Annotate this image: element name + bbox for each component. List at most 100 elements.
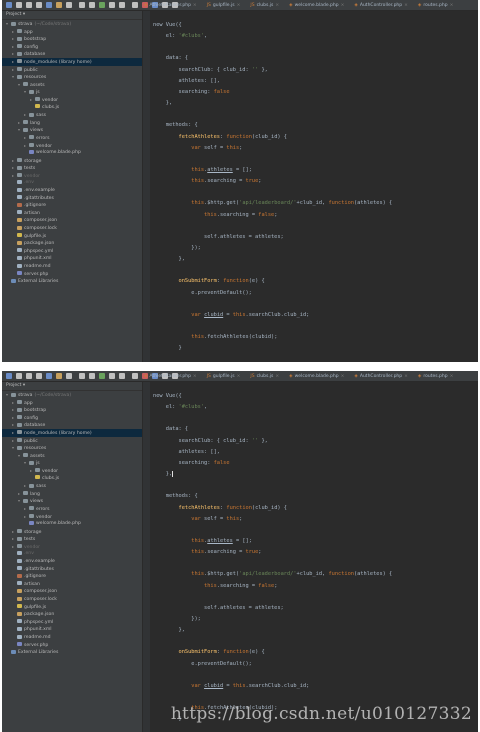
paste-icon[interactable] [79, 373, 85, 379]
editor-tab[interactable]: JS gulpfile.js × [207, 3, 241, 8]
close-tab-icon[interactable]: × [404, 3, 408, 8]
forward-icon[interactable] [119, 373, 125, 379]
code-editor[interactable]: new Vue({ el: '#clubs', data: { searchCl… [143, 382, 478, 732]
tree-item[interactable]: clubs.js [2, 475, 142, 483]
tree-item[interactable]: ▸ vendor [2, 543, 142, 551]
tree-item[interactable]: server.php [2, 642, 142, 650]
tree-item[interactable]: ▾ assets [2, 81, 142, 89]
tree-item[interactable]: ▾ assets [2, 452, 142, 460]
tree-item[interactable]: External Libraries [2, 278, 142, 286]
close-tab-icon[interactable]: × [404, 374, 408, 379]
back-icon[interactable] [109, 2, 115, 8]
tree-item[interactable]: .gitattributes [2, 195, 142, 203]
undo-icon[interactable] [36, 373, 42, 379]
project-panel-header[interactable]: Project ▾ [2, 382, 142, 391]
tree-item[interactable]: composer.json [2, 588, 142, 596]
tree-item[interactable]: ▸ app [2, 28, 142, 36]
cut-icon[interactable] [56, 2, 62, 8]
close-tab-icon[interactable]: × [237, 374, 241, 379]
redo-icon[interactable] [46, 373, 52, 379]
replace-icon[interactable] [99, 2, 105, 8]
editor-tab[interactable]: JS clubs.js × [250, 3, 279, 8]
back-icon[interactable] [109, 373, 115, 379]
close-tab-icon[interactable]: × [341, 374, 345, 379]
tree-item[interactable]: ▸ sass [2, 111, 142, 119]
save-icon[interactable] [16, 2, 22, 8]
paste-icon[interactable] [79, 2, 85, 8]
editor-tab[interactable]: ◈ AthleteRanker.php × [144, 374, 197, 379]
tree-item[interactable]: ▸ database [2, 50, 142, 58]
tree-item[interactable]: ▸ tests [2, 164, 142, 172]
editor-tab[interactable]: JS gulpfile.js × [207, 374, 241, 379]
replace-icon[interactable] [99, 373, 105, 379]
tree-item[interactable]: .gitattributes [2, 566, 142, 574]
editor-tab[interactable]: ◈ welcome.blade.php × [289, 3, 344, 8]
tree-item[interactable]: ▸ tests [2, 535, 142, 543]
cut-icon[interactable] [56, 373, 62, 379]
tree-item[interactable]: ▸ lang [2, 490, 142, 498]
tree-item[interactable]: ▾ strava (~/Code/strava) [2, 20, 142, 28]
tree-item[interactable]: ▸ config [2, 43, 142, 51]
tree-item[interactable]: ▾ resources [2, 73, 142, 81]
tree-item[interactable]: ▾ strava (~/Code/strava) [2, 391, 142, 399]
open-folder-icon[interactable] [6, 2, 12, 8]
copy-icon[interactable] [66, 2, 72, 8]
tree-item[interactable]: ▾ resources [2, 444, 142, 452]
tree-item[interactable]: ▸ storage [2, 157, 142, 165]
tree-item[interactable]: ▸ vendor [2, 467, 142, 475]
tree-item[interactable]: phpunit.xml [2, 626, 142, 634]
tree-item[interactable]: composer.json [2, 217, 142, 225]
save-icon[interactable] [16, 373, 22, 379]
close-tab-icon[interactable]: × [193, 3, 197, 8]
tree-item[interactable]: composer.lock [2, 596, 142, 604]
close-tab-icon[interactable]: × [237, 3, 241, 8]
tree-item[interactable]: ▸ vendor [2, 96, 142, 104]
editor-tab[interactable]: ◈ AuthController.php × [354, 374, 408, 379]
tree-item[interactable]: ▸ node_modules (library home) [2, 57, 142, 66]
redo-icon[interactable] [46, 2, 52, 8]
tree-item[interactable]: composer.lock [2, 225, 142, 233]
forward-icon[interactable] [119, 2, 125, 8]
tree-item[interactable]: ▸ bootstrap [2, 35, 142, 43]
tree-item[interactable]: clubs.js [2, 104, 142, 112]
tree-item[interactable]: artisan [2, 581, 142, 589]
copy-icon[interactable] [66, 373, 72, 379]
tree-item[interactable]: server.php [2, 271, 142, 279]
editor-tab[interactable]: ◈ routes.php × [418, 374, 453, 379]
tree-item[interactable]: ▸ errors [2, 505, 142, 513]
tree-item[interactable]: ▸ bootstrap [2, 406, 142, 414]
tree-item[interactable]: ▸ public [2, 66, 142, 74]
tree-item[interactable]: ▸ lang [2, 119, 142, 127]
build-icon[interactable] [132, 373, 138, 379]
build-icon[interactable] [132, 2, 138, 8]
editor-tab[interactable]: ◈ AthleteRanker.php × [144, 3, 197, 8]
tree-item[interactable]: gulpfile.js [2, 233, 142, 241]
tree-item[interactable]: ▾ views [2, 497, 142, 505]
tree-item[interactable]: phpunit.xml [2, 255, 142, 263]
tree-item[interactable]: ▸ config [2, 414, 142, 422]
tree-item[interactable]: .env.example [2, 187, 142, 195]
tree-item[interactable]: phpspec.yml [2, 619, 142, 627]
code-editor[interactable]: new Vue({ el: '#clubs', data: { searchCl… [143, 11, 478, 362]
open-folder-icon[interactable] [6, 373, 12, 379]
tree-item[interactable]: gulpfile.js [2, 604, 142, 612]
tree-item[interactable]: phpspec.yml [2, 248, 142, 256]
tree-item[interactable]: package.json [2, 240, 142, 248]
tree-item[interactable]: ▸ vendor [2, 142, 142, 150]
tree-item[interactable]: package.json [2, 611, 142, 619]
editor-tab[interactable]: ◈ routes.php × [418, 3, 453, 8]
tree-item[interactable]: artisan [2, 210, 142, 218]
tree-item[interactable]: ▸ storage [2, 528, 142, 536]
close-tab-icon[interactable]: × [275, 3, 279, 8]
tree-item[interactable]: readme.md [2, 263, 142, 271]
close-tab-icon[interactable]: × [341, 3, 345, 8]
tree-item[interactable]: .gitignore [2, 202, 142, 210]
tree-item[interactable]: ▸ vendor [2, 513, 142, 521]
project-panel-header[interactable]: Project ▾ [2, 11, 142, 20]
tree-item[interactable]: .env [2, 179, 142, 187]
tree-item[interactable]: ▾ js [2, 88, 142, 96]
tree-item[interactable]: ▾ js [2, 459, 142, 467]
tree-item[interactable]: .env [2, 550, 142, 558]
editor-tab[interactable]: ◈ AuthController.php × [354, 3, 408, 8]
tree-item[interactable]: ▸ vendor [2, 172, 142, 180]
